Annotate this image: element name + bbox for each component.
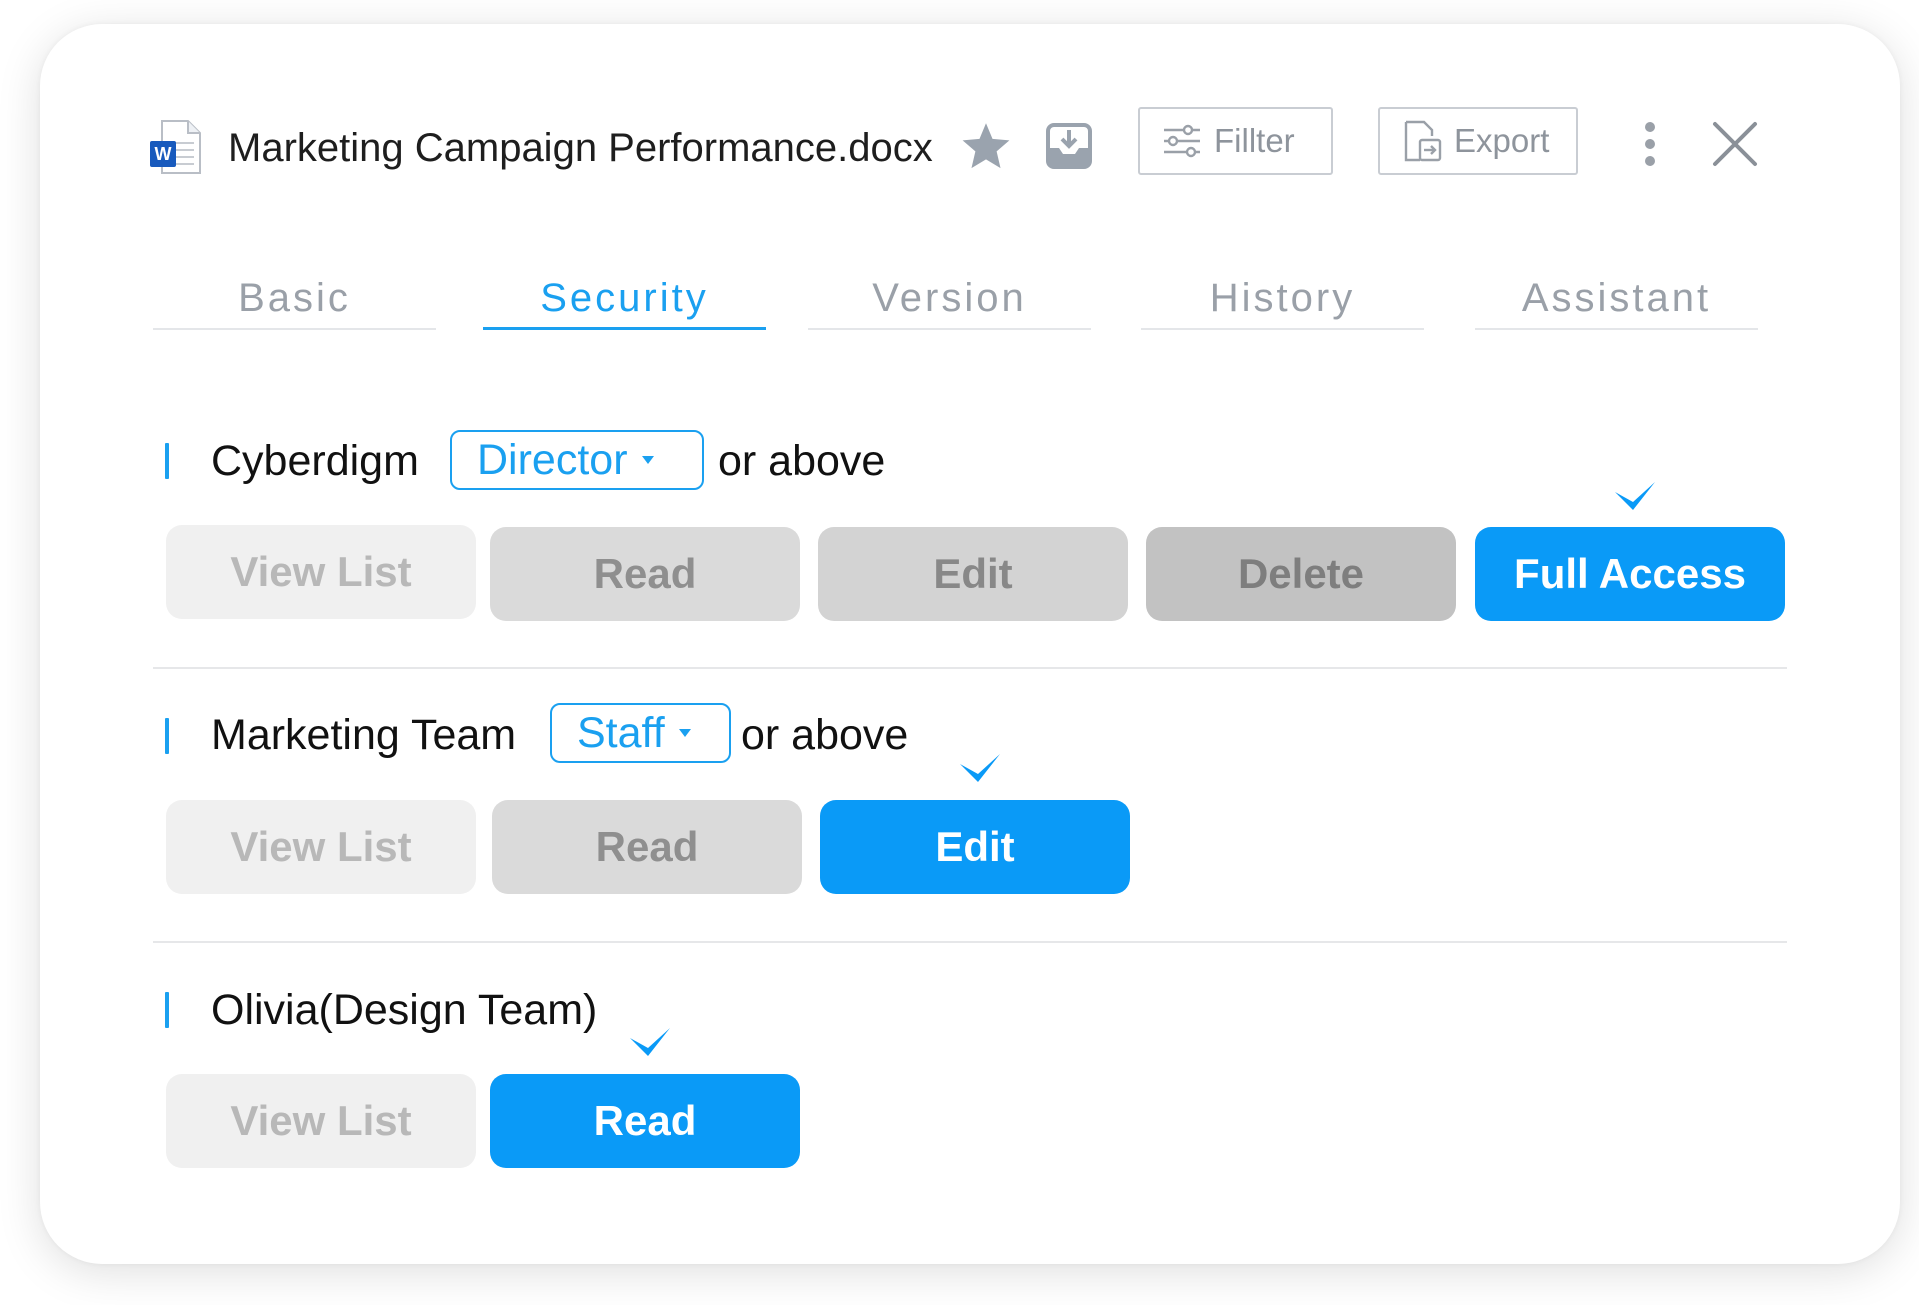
filter-label: Fillter [1214, 122, 1295, 159]
role-select-staff[interactable]: Staff [550, 703, 731, 763]
tab-basic[interactable]: Basic [153, 270, 436, 330]
file-name-title: Marketing Campaign Performance.docx [228, 126, 933, 170]
svg-text:W: W [155, 144, 172, 164]
star-icon [962, 123, 1010, 169]
export-button[interactable]: Export [1378, 107, 1578, 175]
permission-view-list[interactable]: View List [166, 1074, 476, 1168]
more-options-button[interactable] [1630, 118, 1670, 170]
export-label: Export [1454, 122, 1550, 159]
permission-edit[interactable]: Edit [818, 527, 1128, 621]
permission-edit[interactable]: Edit [820, 800, 1130, 894]
rule-subject-cyberdigm: Cyberdigm [211, 437, 419, 485]
row-marker [165, 992, 169, 1028]
permission-full-access[interactable]: Full Access [1475, 527, 1785, 621]
permission-view-list[interactable]: View List [166, 800, 476, 894]
tab-version[interactable]: Version [808, 270, 1091, 330]
permission-read[interactable]: Read [492, 800, 802, 894]
checkmark-icon [630, 1028, 670, 1056]
filter-button[interactable]: Fillter [1138, 107, 1333, 175]
permission-read[interactable]: Read [490, 1074, 800, 1168]
rule-suffix: or above [718, 437, 886, 485]
checkmark-icon [960, 754, 1000, 782]
role-select-value: Director [477, 435, 628, 484]
divider [153, 667, 1787, 669]
close-button[interactable] [1703, 112, 1767, 176]
role-select-director[interactable]: Director [450, 430, 704, 490]
tab-assistant[interactable]: Assistant [1475, 270, 1758, 330]
rule-suffix: or above [741, 711, 909, 759]
row-marker [165, 443, 169, 479]
tab-history[interactable]: History [1141, 270, 1424, 330]
filter-icon [1164, 124, 1200, 158]
chevron-down-icon [678, 729, 691, 737]
permission-delete[interactable]: Delete [1146, 527, 1456, 621]
permission-view-list[interactable]: View List [166, 525, 476, 619]
chevron-down-icon [641, 456, 654, 464]
save-to-tray-button[interactable] [1040, 117, 1098, 175]
export-icon [1404, 120, 1442, 162]
rule-subject-marketing-team: Marketing Team [211, 711, 517, 759]
save-to-tray-icon [1046, 123, 1092, 169]
row-marker [165, 718, 169, 754]
checkmark-icon [1615, 482, 1655, 510]
tab-security[interactable]: Security [483, 270, 766, 330]
divider [153, 941, 1787, 943]
favorite-button[interactable] [957, 117, 1015, 175]
close-icon [1713, 122, 1757, 166]
more-vertical-icon [1645, 122, 1655, 166]
permission-read[interactable]: Read [490, 527, 800, 621]
rule-subject-olivia: Olivia(Design Team) [211, 986, 598, 1034]
word-file-icon: W [150, 120, 201, 174]
role-select-value: Staff [577, 708, 665, 757]
